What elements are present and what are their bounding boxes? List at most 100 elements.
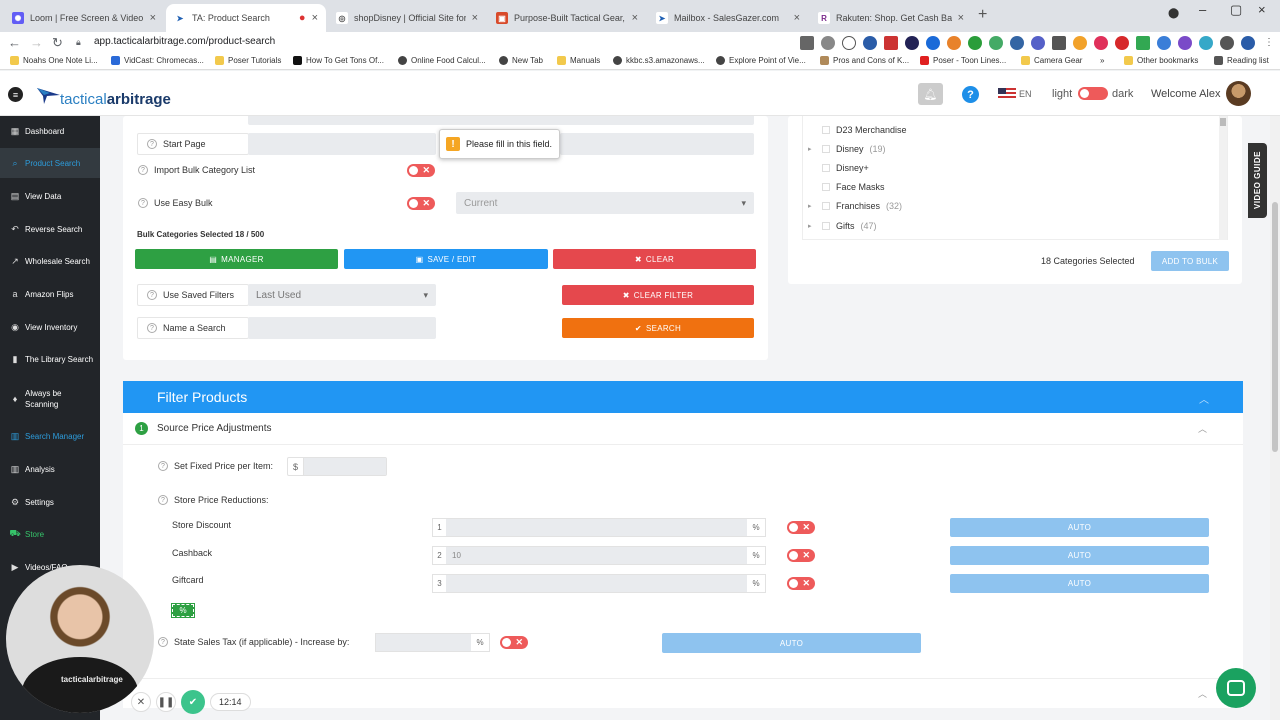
tab-mailbox[interactable]: ➤ Mailbox - SalesGazer.com × [648, 4, 808, 32]
hamburger-menu-icon[interactable]: ≡ [8, 87, 23, 102]
sidebar-item-always-be-scanning[interactable]: ♦ Always be Scanning [0, 382, 100, 416]
cast-icon[interactable] [800, 36, 814, 50]
caret-right-icon[interactable]: ▸ [808, 202, 816, 210]
bookmark-item[interactable]: Poser Tutorials [215, 56, 281, 65]
bookmark-item[interactable]: New Tab [499, 56, 543, 65]
close-icon[interactable]: × [312, 12, 318, 24]
store-discount-toggle[interactable]: ✕ [787, 521, 815, 534]
checkbox[interactable] [822, 126, 830, 134]
close-icon[interactable]: × [632, 12, 638, 24]
honey-icon[interactable] [1073, 36, 1087, 50]
extension-icon[interactable] [968, 36, 982, 50]
filter-products-header[interactable]: Filter Products ︿ [123, 381, 1243, 413]
caret-right-icon[interactable]: ▸ [808, 145, 816, 153]
help-circle-icon[interactable]: ? [138, 165, 148, 175]
sidebar-item-library-search[interactable]: ▮ The Library Search [0, 344, 100, 374]
sales-tax-auto-button[interactable]: Auto [662, 633, 921, 653]
category-item[interactable]: ▸ Franchises (32) [808, 201, 902, 211]
category-item[interactable]: ▸ Gifts (47) [808, 221, 877, 231]
easy-bulk-select[interactable]: Current ▾ [456, 192, 754, 214]
other-bookmarks[interactable]: Other bookmarks [1124, 56, 1198, 65]
bookmark-item[interactable]: Noahs One Note Li... [10, 56, 98, 65]
tab-loom[interactable]: ✺ Loom | Free Screen & Video Rec × [4, 4, 164, 32]
help-circle-icon[interactable]: ? [158, 461, 168, 471]
theme-toggle[interactable] [1078, 87, 1108, 100]
cashback-input[interactable]: 2 10 % [432, 546, 766, 565]
tab-product-search[interactable]: ➤ TA: Product Search ● × [166, 4, 326, 32]
profile-menu-icon[interactable]: ⬤ [1168, 8, 1179, 19]
checkbox[interactable] [822, 164, 830, 172]
extension-icon[interactable] [1010, 36, 1024, 50]
metamask-icon[interactable] [947, 36, 961, 50]
sales-tax-toggle[interactable]: ✕ [500, 636, 528, 649]
help-circle-icon[interactable]: ? [147, 323, 157, 333]
menu-icon[interactable]: ⋮ [1262, 36, 1276, 50]
pause-icon[interactable]: ❚❚ [156, 692, 176, 712]
sidebar-item-reverse-search[interactable]: ↶ Reverse Search [0, 214, 100, 244]
close-icon[interactable]: × [472, 12, 478, 24]
close-icon[interactable]: × [794, 12, 800, 24]
sidebar-item-product-search[interactable]: ⌕ Product Search [0, 148, 100, 178]
help-circle-icon[interactable]: ? [138, 198, 148, 208]
app-logo[interactable]: tacticalarbitrage [36, 81, 171, 108]
bookmark-item[interactable]: Poser - Toon Lines... [920, 56, 1006, 65]
window-close-icon[interactable]: × [1258, 2, 1266, 17]
bookmark-item[interactable]: How To Get Tons Of... [293, 56, 384, 65]
cashback-auto-button[interactable]: Auto [950, 546, 1209, 565]
page-scrollbar[interactable] [1270, 116, 1280, 720]
language-label[interactable]: EN [1019, 89, 1032, 99]
scroll-thumb[interactable] [1220, 118, 1226, 126]
pinterest-icon[interactable] [1115, 36, 1129, 50]
sidebar-item-dashboard[interactable]: ▦ Dashboard [0, 116, 100, 146]
star-icon[interactable] [842, 36, 856, 50]
extension-icon[interactable] [905, 36, 919, 50]
close-icon[interactable]: × [150, 12, 156, 24]
share-icon[interactable] [821, 36, 835, 50]
giftcard-auto-button[interactable]: Auto [950, 574, 1209, 593]
sidebar-item-view-data[interactable]: ▤ View Data [0, 181, 100, 211]
checkbox[interactable] [822, 222, 830, 230]
extension-icon[interactable] [989, 36, 1003, 50]
video-guide-tab[interactable]: VIDEO GUIDE [1248, 143, 1267, 218]
store-discount-auto-button[interactable]: Auto [950, 518, 1209, 537]
help-circle-icon[interactable]: ? [147, 290, 157, 300]
start-page-input[interactable] [248, 133, 436, 155]
import-bulk-toggle[interactable]: ✕ [407, 164, 435, 177]
us-flag-icon[interactable] [998, 88, 1016, 100]
category-scrollbar[interactable] [1219, 116, 1227, 240]
finish-recording-icon[interactable]: ✔ [181, 690, 205, 714]
caret-right-icon[interactable]: ▸ [808, 222, 816, 230]
saved-filters-select[interactable]: Last Used ▾ [248, 284, 436, 306]
chevron-up-icon[interactable]: ︿ [1198, 422, 1207, 435]
more-bookmarks-icon[interactable]: » [1100, 56, 1104, 65]
bookmark-item[interactable]: Online Food Calcul... [398, 56, 486, 65]
extension-icon[interactable] [1031, 36, 1045, 50]
chevron-up-icon[interactable]: ︿ [1199, 391, 1209, 406]
notification-bell-icon[interactable]: 🔔︎ [918, 83, 943, 105]
new-tab-icon[interactable]: + [978, 6, 987, 24]
sidebar-item-view-inventory[interactable]: ◉ View Inventory [0, 312, 100, 342]
source-price-adjustments-header[interactable]: 1 Source Price Adjustments ︿ [123, 413, 1243, 445]
bookmark-item[interactable]: Pros and Cons of K... [820, 56, 909, 65]
sidebar-item-search-manager[interactable]: ▥ Search Manager [0, 421, 100, 451]
tab-shopdisney[interactable]: ◎ shopDisney | Official Site for Disn × [328, 4, 486, 32]
back-icon[interactable]: ← [8, 35, 21, 50]
bookmark-item[interactable]: kkbc.s3.amazonaws... [613, 56, 705, 65]
bookmark-item[interactable]: VidCast: Chromecas... [111, 56, 204, 65]
search-button[interactable]: ✔ Search [562, 318, 754, 338]
sidebar-item-wholesale-search[interactable]: ↗ Wholesale Search [0, 246, 100, 276]
previous-field[interactable] [248, 116, 754, 125]
bookmark-item[interactable]: Manuals [557, 56, 600, 65]
add-to-bulk-button[interactable]: Add to Bulk [1151, 251, 1229, 271]
cancel-recording-icon[interactable]: ✕ [131, 692, 151, 712]
extension-icon[interactable] [1136, 36, 1150, 50]
sidebar-item-store[interactable]: ⛟ Store [0, 519, 100, 549]
fixed-price-input[interactable]: $ [287, 457, 387, 476]
category-item[interactable]: ▸ Disney (19) [808, 144, 886, 154]
extension-icon[interactable] [1241, 36, 1255, 50]
category-item[interactable]: Face Masks [808, 182, 885, 192]
scroll-thumb[interactable] [1272, 202, 1278, 452]
lock-icon[interactable]: 🔒︎ [76, 37, 81, 48]
help-circle-icon[interactable]: ? [158, 495, 168, 505]
percent-badge[interactable]: % [171, 603, 195, 618]
